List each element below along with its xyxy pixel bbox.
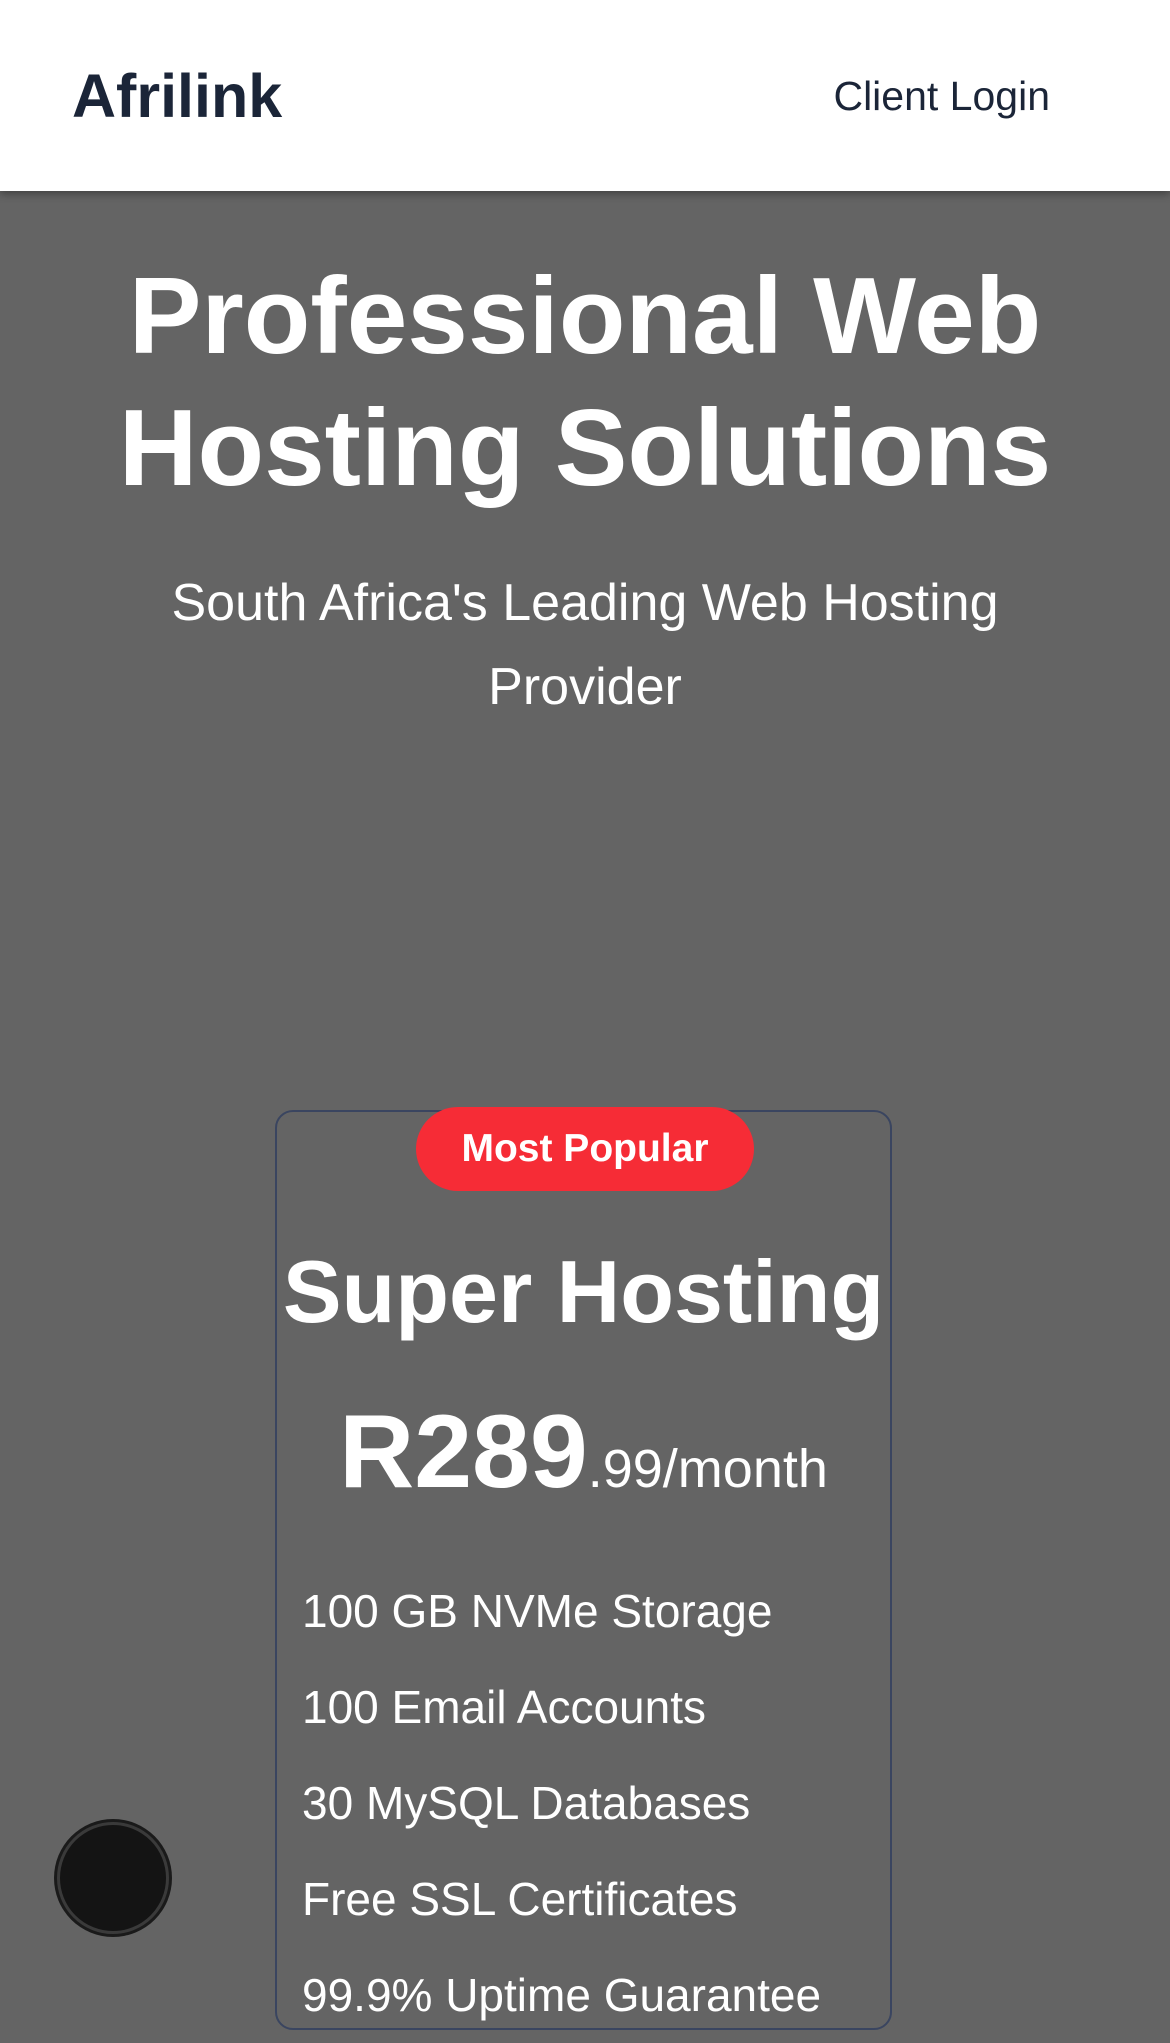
chat-widget-icon[interactable] [57,1822,169,1934]
most-popular-badge: Most Popular [416,1107,754,1191]
brand-logo[interactable]: Afrilink [72,60,282,132]
feature-item: 100 Email Accounts [302,1681,707,1733]
feature-list: 100 GB NVMe Storage 100 Email Accounts 3… [302,1563,821,2043]
hero-title: Professional Web Hosting Solutions [118,255,1052,509]
feature-item: 30 MySQL Databases [302,1777,751,1829]
hero-subtitle: South Africa's Leading Web Hosting Provi… [171,574,999,716]
price-amount: R289 [339,1394,588,1510]
price-period: .99/month [587,1439,828,1499]
client-login-link[interactable]: Client Login [833,70,1050,122]
feature-item: 99.9% Uptime Guarantee [302,1969,822,2021]
site-header: Afrilink Client Login [0,0,1170,191]
feature-item: 100 GB NVMe Storage [302,1585,773,1637]
feature-item: Free SSL Certificates [302,1873,738,1925]
plan-name: Super Hosting [282,1242,885,1341]
plan-price: R289.99/month [275,1390,892,1531]
